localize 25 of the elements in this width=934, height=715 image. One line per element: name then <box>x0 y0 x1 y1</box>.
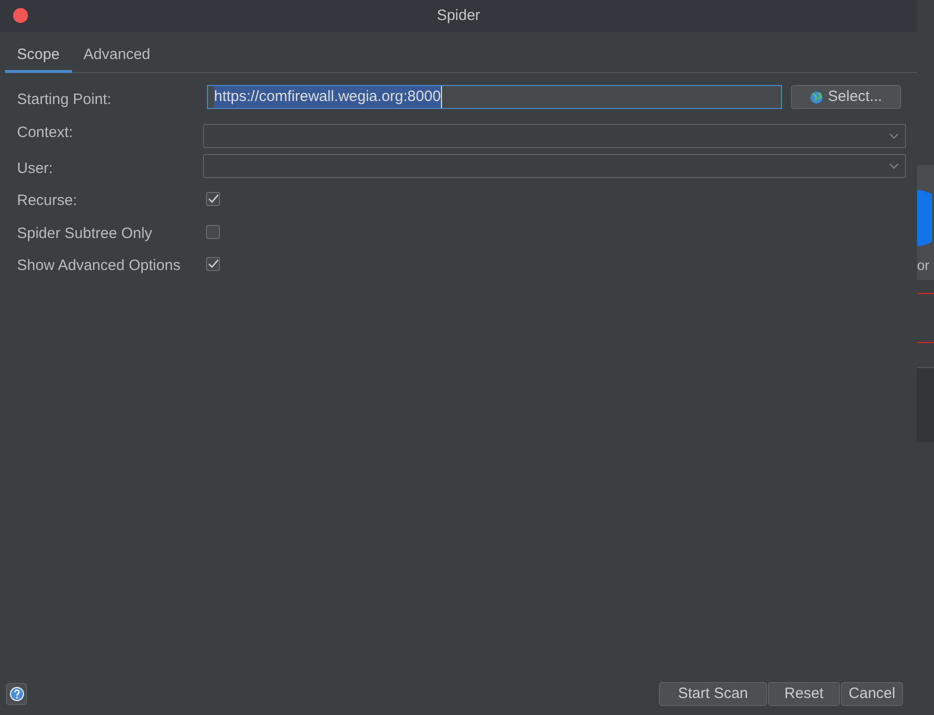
tab[interactable]: Advanced <box>72 40 162 73</box>
select-button[interactable]: Select... <box>791 85 901 109</box>
globe-icon <box>810 90 823 104</box>
dialog-button[interactable]: Cancel <box>841 682 903 706</box>
chart-line <box>917 342 934 343</box>
chevron-icon <box>889 162 899 168</box>
checkbox[interactable] <box>206 257 220 271</box>
checkbox[interactable] <box>206 192 220 206</box>
field-label: Recurse: <box>17 191 78 211</box>
url-field[interactable]: https://comfirewall.wegia.org:8000 <box>207 85 782 109</box>
field-label: Starting Point: <box>17 90 112 110</box>
dialog-button[interactable]: Start Scan <box>659 682 767 706</box>
field-label: Context: <box>17 122 74 142</box>
chevron-icon <box>889 132 899 138</box>
url-text: https://comfirewall.wegia.org:8000 <box>214 86 442 108</box>
help-icon[interactable] <box>6 683 27 705</box>
field-label: User: <box>17 158 54 178</box>
dialog-button[interactable]: Reset <box>768 682 840 706</box>
close-button[interactable] <box>13 8 28 23</box>
window-title: Spider <box>436 6 480 26</box>
field-label: Show Advanced Options <box>17 256 182 276</box>
chart-line <box>917 293 934 294</box>
checkbox[interactable] <box>206 224 220 238</box>
field-label: Spider Subtree Only <box>17 224 154 244</box>
label-text: or <box>917 256 930 275</box>
